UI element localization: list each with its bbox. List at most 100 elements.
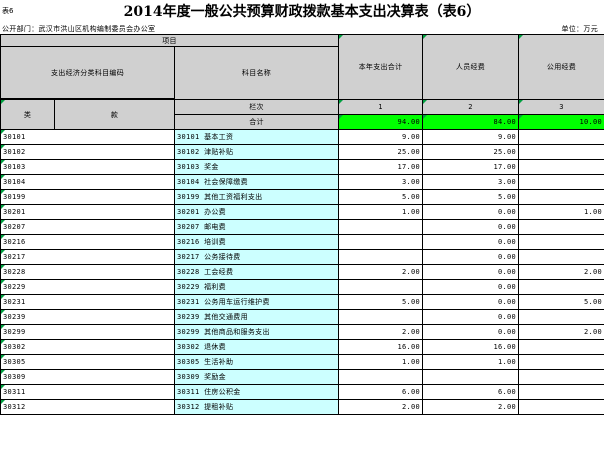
row-personnel: 5.00 [422,189,520,205]
table-row: 30302 30302 退休费 16.00 16.00 [0,339,604,355]
row-code: 30199 [0,189,175,205]
header-name: 科目名称 [173,46,340,100]
department-label: 公开部门：武汉市洪山区机构编制委员会办公室 [2,25,156,33]
row-name: 30239 其他交通费用 [173,309,340,325]
row-personnel: 9.00 [422,129,520,145]
row-total [338,219,424,235]
header-code: 支出经济分类科目编码 [0,46,175,99]
row-name: 30309 奖励金 [173,369,340,385]
row-total: 5.00 [338,294,424,310]
sum-total: 94.00 [338,114,424,130]
row-code: 30228 [0,264,175,280]
sum-public: 10.00 [518,114,604,130]
row-code: 30231 [0,294,175,310]
sum-personnel: 84.00 [422,114,520,130]
row-total [338,249,424,265]
col-number-2: 2 [422,99,520,115]
row-name: 30231 公务用车运行维护费 [173,294,340,310]
row-name: 30299 其他商品和服务支出 [173,324,340,340]
row-total: 2.00 [338,399,424,415]
row-name: 30228 工会经费 [173,264,340,280]
unit-label: 单位：万元 [561,25,598,33]
table-row: 30299 30299 其他商品和服务支出 2.00 0.00 2.00 [0,324,604,340]
row-code: 30302 [0,339,175,355]
row-public [518,309,604,325]
row-code: 30207 [0,219,175,235]
row-personnel: 16.00 [422,339,520,355]
row-name: 30311 住房公积金 [173,384,340,400]
row-public [518,249,604,265]
row-total: 3.00 [338,174,424,190]
table-row: 30305 30305 生活补助 1.00 1.00 [0,354,604,370]
row-name: 30101 基本工资 [173,129,340,145]
row-code: 30311 [0,384,175,400]
header-lei: 类 [0,99,55,130]
table-row: 30311 30311 住房公积金 6.00 6.00 [0,384,604,400]
table-row: 30102 30102 津贴补贴 25.00 25.00 [0,144,604,160]
row-name: 30199 其他工资福利支出 [173,189,340,205]
row-name: 30305 生活补助 [173,354,340,370]
row-code: 30239 [0,309,175,325]
row-name: 30216 培训费 [173,234,340,250]
expenditure-table: 项目 本年支出合计 人员经费 公用经费 支出经济分类科目编码 科目名称 类 款 … [0,34,604,415]
header-personnel: 人员经费 [422,34,520,100]
row-public [518,339,604,355]
row-public [518,129,604,145]
header-rownum: 栏次 [173,99,340,115]
header-kuan: 款 [54,99,175,130]
row-total: 1.00 [338,204,424,220]
row-total: 2.00 [338,324,424,340]
row-public [518,234,604,250]
row-public: 2.00 [518,324,604,340]
row-personnel: 0.00 [422,309,520,325]
row-code: 30217 [0,249,175,265]
row-personnel: 6.00 [422,384,520,400]
row-personnel: 0.00 [422,264,520,280]
row-public: 5.00 [518,294,604,310]
table-row: 30101 30101 基本工资 9.00 9.00 [0,129,604,145]
row-code: 30229 [0,279,175,295]
row-total: 9.00 [338,129,424,145]
row-name: 30312 提租补贴 [173,399,340,415]
row-public [518,219,604,235]
col-number-1: 1 [338,99,424,115]
row-total: 5.00 [338,189,424,205]
row-name: 30302 退休费 [173,339,340,355]
row-total [338,309,424,325]
table-row: 30229 30229 福利费 0.00 [0,279,604,295]
row-public [518,159,604,175]
row-code: 30216 [0,234,175,250]
row-personnel: 0.00 [422,279,520,295]
page-title: 2014年度一般公共预算财政拨款基本支出决算表（表6） [123,4,481,20]
row-name: 30207 邮电费 [173,219,340,235]
table-row: 30201 30201 办公费 1.00 0.00 1.00 [0,204,604,220]
sum-label: 合计 [173,114,340,130]
row-public [518,399,604,415]
row-code: 30201 [0,204,175,220]
row-total [338,279,424,295]
row-personnel: 0.00 [422,219,520,235]
row-name: 30229 福利费 [173,279,340,295]
table-row: 30104 30104 社会保障缴费 3.00 3.00 [0,174,604,190]
row-personnel: 25.00 [422,144,520,160]
row-name: 30201 办公费 [173,204,340,220]
table-row: 30239 30239 其他交通费用 0.00 [0,309,604,325]
row-total [338,234,424,250]
row-personnel: 2.00 [422,399,520,415]
table-row: 30103 30103 奖金 17.00 17.00 [0,159,604,175]
table-row: 30217 30217 公务接待费 0.00 [0,249,604,265]
row-code: 30101 [0,129,175,145]
row-name: 30104 社会保障缴费 [173,174,340,190]
row-public [518,174,604,190]
header-total: 本年支出合计 [338,34,424,100]
row-code: 30104 [0,174,175,190]
row-name: 30102 津贴补贴 [173,144,340,160]
header-project: 项目 [0,34,340,47]
table-row: 30207 30207 邮电费 0.00 [0,219,604,235]
row-total: 25.00 [338,144,424,160]
row-personnel: 0.00 [422,234,520,250]
table-row: 30216 30216 培训费 0.00 [0,234,604,250]
row-public: 2.00 [518,264,604,280]
row-personnel: 1.00 [422,354,520,370]
row-code: 30309 [0,369,175,385]
